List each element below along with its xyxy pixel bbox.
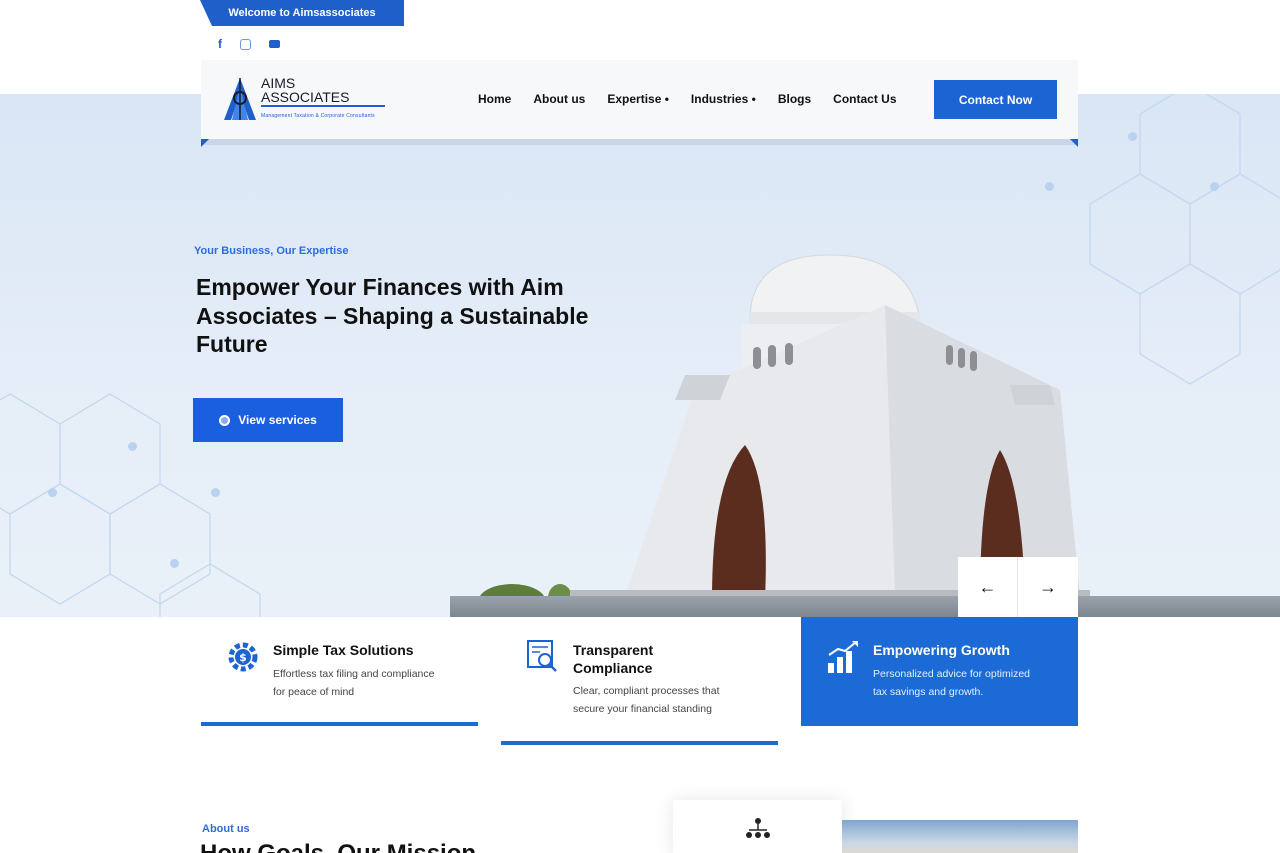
facebook-icon[interactable]: f [218,37,222,51]
nav-home[interactable]: Home [478,92,511,106]
team-hierarchy-icon [746,818,770,838]
logo-line-1: AIMS [261,75,296,91]
primary-nav: Home About us Expertise • Industries • B… [478,92,897,106]
hero-eyebrow: Your Business, Our Expertise [194,245,349,257]
hero-ground [450,596,1280,617]
feature-title: Transparent Compliance [573,642,654,676]
nav-industries[interactable]: Industries • [691,92,756,106]
svg-text:$: $ [239,651,247,664]
about-title: How Goals, Our Mission [200,840,476,853]
about-stat-card [673,800,842,853]
pattern-dot [128,442,137,451]
nav-expertise[interactable]: Expertise • [607,92,669,106]
nav-blogs[interactable]: Blogs [778,92,811,106]
feature-title: Simple Tax Solutions [273,642,414,658]
slider-prev-button[interactable]: ← [958,557,1018,617]
feature-card-growth[interactable]: Empowering Growth Personalized advice fo… [801,617,1078,726]
view-services-label: View services [238,413,317,427]
logo-line-2: ASSOCIATES [261,89,350,105]
dropdown-caret-icon: • [664,92,669,106]
feature-card-tax[interactable]: $ Simple Tax Solutions Effortless tax fi… [201,617,478,726]
growth-chart-icon [828,641,858,673]
arrow-right-icon: → [1039,576,1057,597]
youtube-icon[interactable] [269,40,280,48]
pattern-dot [48,488,57,497]
logo-icon [224,78,256,120]
feature-desc-line: Personalized advice for optimized [873,668,1030,680]
pattern-dot [1045,182,1054,191]
gear-dollar-icon: $ [228,642,258,672]
feature-desc-line: tax savings and growth. [873,686,984,698]
welcome-banner: Welcome to Aimsassociates [200,0,404,26]
about-image [842,820,1078,853]
feature-desc-line: for peace of mind [273,686,355,698]
site-logo[interactable]: AIMS ASSOCIATES Management Taxation & Co… [221,76,385,123]
feature-card-compliance[interactable]: Transparent Compliance Clear, compliant … [501,617,778,745]
document-search-icon [527,640,557,672]
feature-desc-line: secure your financial standing [573,703,712,715]
navbar-corner-right [1070,139,1078,147]
dropdown-caret-icon: • [751,92,756,106]
pattern-dot [1210,182,1219,191]
social-links: f [218,37,280,51]
logo-underline [261,105,385,107]
nav-contact-us[interactable]: Contact Us [833,92,896,106]
main-navbar: AIMS ASSOCIATES Management Taxation & Co… [201,60,1078,139]
feature-desc-line: Clear, compliant processes that [573,685,720,697]
slider-next-button[interactable]: → [1018,557,1078,617]
navbar-corner-left [201,139,209,147]
instagram-icon[interactable] [240,38,251,50]
logo-tagline: Management Taxation & Corporate Consulta… [261,113,375,119]
about-eyebrow: About us [202,823,250,835]
pattern-dot [1128,132,1137,141]
view-services-button[interactable]: View services [193,398,343,442]
hero-title: Empower Your Finances with Aim Associate… [196,274,589,357]
feature-desc-line: Effortless tax filing and compliance [273,668,435,680]
arrow-left-icon: ← [978,576,997,597]
feature-title: Empowering Growth [873,642,1010,658]
nav-about-us[interactable]: About us [533,92,585,106]
pattern-dot [170,559,179,568]
pattern-dot [211,488,220,497]
circle-icon [219,414,231,426]
contact-now-button[interactable]: Contact Now [934,80,1057,119]
welcome-text: Welcome to Aimsassociates [228,7,376,19]
